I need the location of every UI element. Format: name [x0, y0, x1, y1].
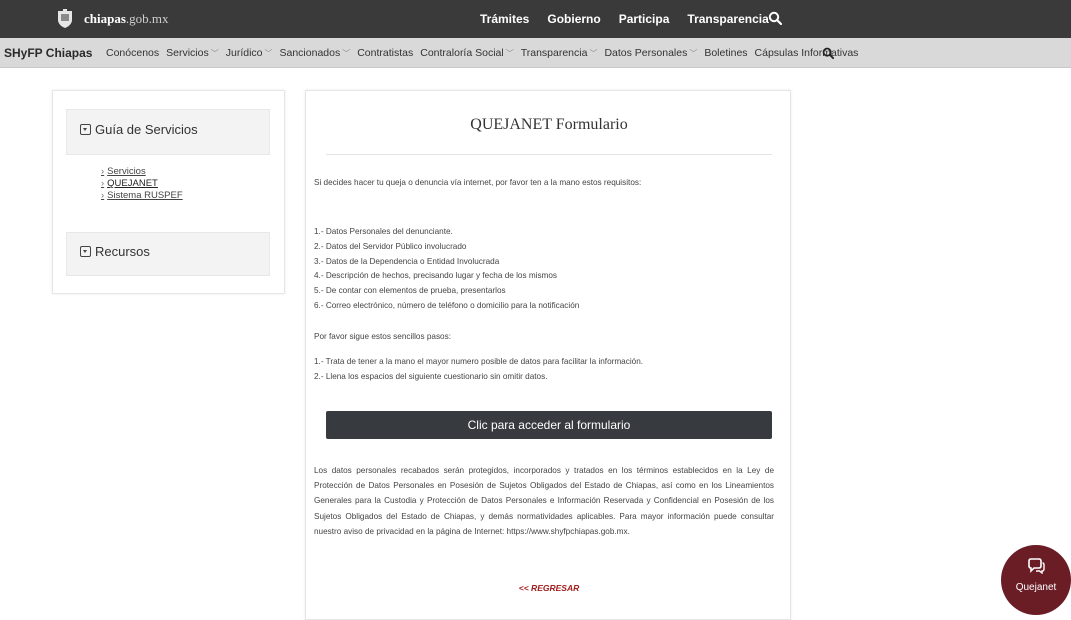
sidebar-section-guia-servicios[interactable]: Guía de Servicios: [66, 109, 270, 155]
sidebar-section-label: Guía de Servicios: [95, 122, 198, 137]
top-bar: chiapas.gob.mx Trámites Gobierno Partici…: [0, 0, 1071, 38]
chevron-right-icon: ›: [101, 166, 105, 177]
steps-list: 1.- Trata de tener a la mano el mayor nu…: [314, 355, 643, 385]
chevron-down-icon: ﹀: [689, 48, 698, 58]
nav-item-juridico[interactable]: Jurídico ﹀: [226, 47, 273, 59]
access-form-button[interactable]: Clic para acceder al formulario: [326, 411, 772, 439]
privacy-notice: Los datos personales recabados serán pro…: [314, 466, 774, 536]
main-content-card: QUEJANET Formulario Si decides hacer tu …: [305, 90, 791, 620]
top-nav-tramites[interactable]: Trámites: [480, 12, 529, 26]
collapse-toggle-icon: [80, 246, 91, 257]
list-item: 6.- Correo electrónico, número de teléfo…: [314, 300, 580, 310]
sidebar-link-quejanet[interactable]: › QUEJANET: [101, 178, 183, 190]
chevron-down-icon: ﹀: [210, 48, 219, 58]
nav-item-datos-personales[interactable]: Datos Personales ﹀: [604, 47, 697, 59]
divider: [326, 154, 772, 155]
list-item: 3.- Datos de la Dependencia o Entidad In…: [314, 256, 500, 266]
chat-icon: [1028, 558, 1045, 574]
nav-item-capsulas-informativas[interactable]: Cápsulas Informativas: [755, 47, 859, 59]
search-icon[interactable]: [822, 47, 834, 59]
sidebar-section-recursos[interactable]: Recursos: [66, 232, 270, 276]
requirements-list: 1.- Datos Personales del denunciante. 2.…: [314, 225, 579, 314]
list-item: 1.- Datos Personales del denunciante.: [314, 227, 453, 236]
nav-item-transparencia[interactable]: Transparencia ﹀: [521, 47, 598, 59]
list-item: 2.- Llena los espacios del siguiente cue…: [314, 371, 548, 381]
collapse-toggle-icon: [80, 124, 91, 135]
intro-text: Si decides hacer tu queja o denuncia vía…: [314, 178, 642, 187]
sidebar-link-servicios[interactable]: › Servicios: [101, 166, 183, 178]
list-item: 5.- De contar con elementos de prueba, p…: [314, 286, 506, 296]
back-link[interactable]: << REGRESAR: [306, 583, 792, 593]
brand-link[interactable]: SHyFP Chiapas: [4, 46, 92, 60]
top-nav: Trámites Gobierno Participa Transparenci…: [480, 12, 769, 26]
chevron-down-icon: ﹀: [342, 48, 351, 58]
nav-item-conocenos[interactable]: Conócenos: [106, 47, 159, 59]
site-name[interactable]: chiapas.gob.mx: [84, 11, 169, 27]
secondary-nav-bar: SHyFP Chiapas Conócenos Servicios ﹀ Juríd…: [0, 38, 1071, 68]
nav-item-boletines[interactable]: Boletines: [704, 47, 747, 59]
top-nav-participa[interactable]: Participa: [619, 12, 670, 26]
page-title: QUEJANET Formulario: [470, 116, 628, 133]
nav-item-servicios[interactable]: Servicios ﹀: [166, 47, 219, 59]
list-item: 2.- Datos del Servidor Público involucra…: [314, 241, 467, 251]
secondary-nav: Conócenos Servicios ﹀ Jurídico ﹀ Sancionad…: [106, 47, 858, 59]
chiapas-shield-logo-icon[interactable]: [56, 9, 74, 29]
quejanet-floating-button[interactable]: Quejanet: [1001, 545, 1071, 615]
search-icon[interactable]: [768, 11, 782, 25]
nav-item-sancionados[interactable]: Sancionados ﹀: [280, 47, 351, 59]
chevron-down-icon: ﹀: [505, 48, 514, 58]
top-nav-transparencia[interactable]: Transparencia: [687, 12, 768, 26]
nav-item-contratistas[interactable]: Contratistas: [357, 47, 413, 59]
sidebar-section-label: Recursos: [95, 244, 150, 259]
list-item: 1.- Trata de tener a la mano el mayor nu…: [314, 357, 644, 366]
chevron-down-icon: ﹀: [264, 48, 273, 58]
chevron-right-icon: ›: [101, 178, 105, 189]
sidebar-links: › Servicios › QUEJANET › Sistema RUSPEF: [101, 166, 183, 202]
chevron-down-icon: ﹀: [589, 48, 598, 58]
chevron-right-icon: ›: [101, 190, 105, 201]
top-nav-gobierno[interactable]: Gobierno: [547, 12, 600, 26]
list-item: 4.- Descripción de hechos, precisando lu…: [314, 271, 558, 281]
sidebar: Guía de Servicios › Servicios › QUEJANET ›…: [52, 90, 285, 294]
steps-title: Por favor sigue estos sencillos pasos:: [314, 332, 451, 341]
sidebar-link-sistema-ruspef[interactable]: › Sistema RUSPEF: [101, 190, 183, 202]
nav-item-contraloria-social[interactable]: Contraloría Social ﹀: [420, 47, 513, 59]
quejanet-label: Quejanet: [1015, 582, 1057, 593]
